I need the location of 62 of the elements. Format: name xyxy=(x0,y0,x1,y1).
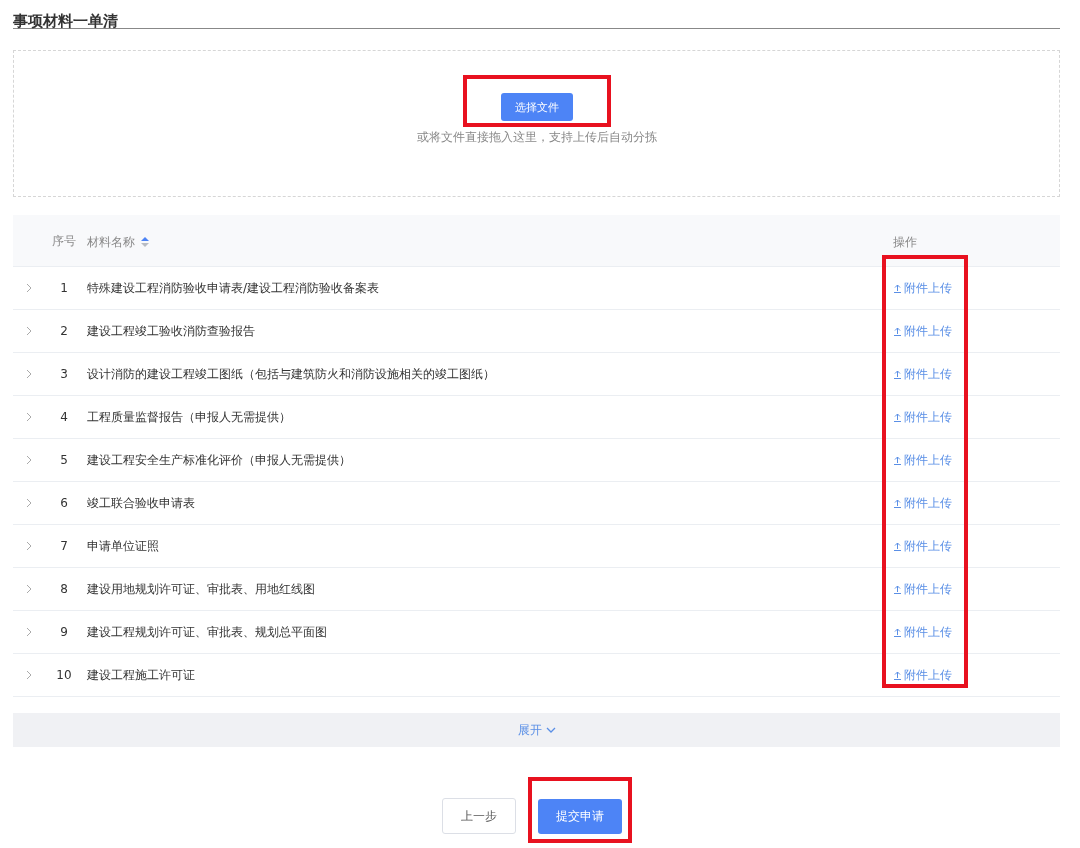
sort-icon[interactable] xyxy=(141,236,149,247)
chevron-right-icon[interactable] xyxy=(24,455,34,465)
back-button[interactable]: 上一步 xyxy=(441,798,516,834)
submit-button[interactable]: 提交申请 xyxy=(537,799,622,834)
upload-icon xyxy=(893,369,902,379)
attachment-upload-link[interactable]: 附件上传 xyxy=(893,494,952,512)
attachment-upload-link[interactable]: 附件上传 xyxy=(893,279,952,297)
expand-button[interactable]: 展开 xyxy=(517,721,556,739)
chevron-right-icon[interactable] xyxy=(24,584,34,594)
chevron-down-icon xyxy=(545,727,556,733)
row-number: 6 xyxy=(59,496,69,510)
chevron-right-icon[interactable] xyxy=(24,627,34,637)
material-name: 申请单位证照 xyxy=(87,537,160,555)
chevron-right-icon[interactable] xyxy=(24,369,34,379)
row-number: 10 xyxy=(55,668,73,682)
section-title: 事项材料一单清 xyxy=(13,11,118,31)
attachment-upload-link[interactable]: 附件上传 xyxy=(893,365,952,383)
chevron-right-icon[interactable] xyxy=(24,412,34,422)
upload-icon xyxy=(893,283,902,293)
upload-icon xyxy=(893,670,902,680)
upload-icon xyxy=(893,498,902,508)
chevron-right-icon[interactable] xyxy=(24,670,34,680)
row-number: 7 xyxy=(59,539,69,553)
row-number: 1 xyxy=(59,281,69,295)
attachment-upload-link[interactable]: 附件上传 xyxy=(893,580,952,598)
material-name: 建设工程施工许可证 xyxy=(87,666,196,684)
row-number: 5 xyxy=(59,453,69,467)
chevron-right-icon[interactable] xyxy=(24,498,34,508)
row-number: 3 xyxy=(59,367,69,381)
upload-icon xyxy=(893,326,902,336)
column-header[interactable]: 材料名称 xyxy=(87,232,135,251)
material-name: 建设工程竣工验收消防查验报告 xyxy=(87,322,256,340)
upload-icon xyxy=(893,541,902,551)
upload-icon xyxy=(893,584,902,594)
material-name: 工程质量监督报告（申报人无需提供） xyxy=(87,408,292,426)
attachment-upload-link[interactable]: 附件上传 xyxy=(893,666,952,684)
attachment-upload-link[interactable]: 附件上传 xyxy=(893,537,952,555)
material-name: 建设用地规划许可证、审批表、用地红线图 xyxy=(87,580,316,598)
upload-icon xyxy=(893,627,902,637)
row-number: 8 xyxy=(59,582,69,596)
file-drop-zone[interactable]: 选择文件 或将文件直接拖入这里，支持上传后自动分拣 xyxy=(13,50,1060,197)
attachment-upload-link[interactable]: 附件上传 xyxy=(893,451,952,469)
chevron-right-icon[interactable] xyxy=(24,283,34,293)
attachment-upload-link[interactable]: 附件上传 xyxy=(893,322,952,340)
chevron-right-icon[interactable] xyxy=(24,541,34,551)
material-name: 特殊建设工程消防验收申请表/建设工程消防验收备案表 xyxy=(87,279,381,297)
column-header: 序号 xyxy=(52,233,76,248)
upload-icon xyxy=(893,455,902,465)
attachment-upload-link[interactable]: 附件上传 xyxy=(893,408,952,426)
material-name: 建设工程规划许可证、审批表、规划总平面图 xyxy=(87,623,328,641)
upload-icon xyxy=(893,412,902,422)
choose-file-button[interactable]: 选择文件 xyxy=(500,93,573,121)
material-name: 设计消防的建设工程竣工图纸（包括与建筑防火和消防设施相关的竣工图纸） xyxy=(87,365,496,383)
row-number: 9 xyxy=(59,625,69,639)
drop-hint: 或将文件直接拖入这里，支持上传后自动分拣 xyxy=(416,129,657,146)
material-name: 竣工联合验收申请表 xyxy=(87,494,196,512)
attachment-upload-link[interactable]: 附件上传 xyxy=(893,623,952,641)
column-header: 操作 xyxy=(893,234,917,251)
row-number: 2 xyxy=(59,324,69,338)
row-number: 4 xyxy=(59,410,69,424)
material-name: 建设工程安全生产标准化评价（申报人无需提供） xyxy=(87,451,352,469)
chevron-right-icon[interactable] xyxy=(24,326,34,336)
